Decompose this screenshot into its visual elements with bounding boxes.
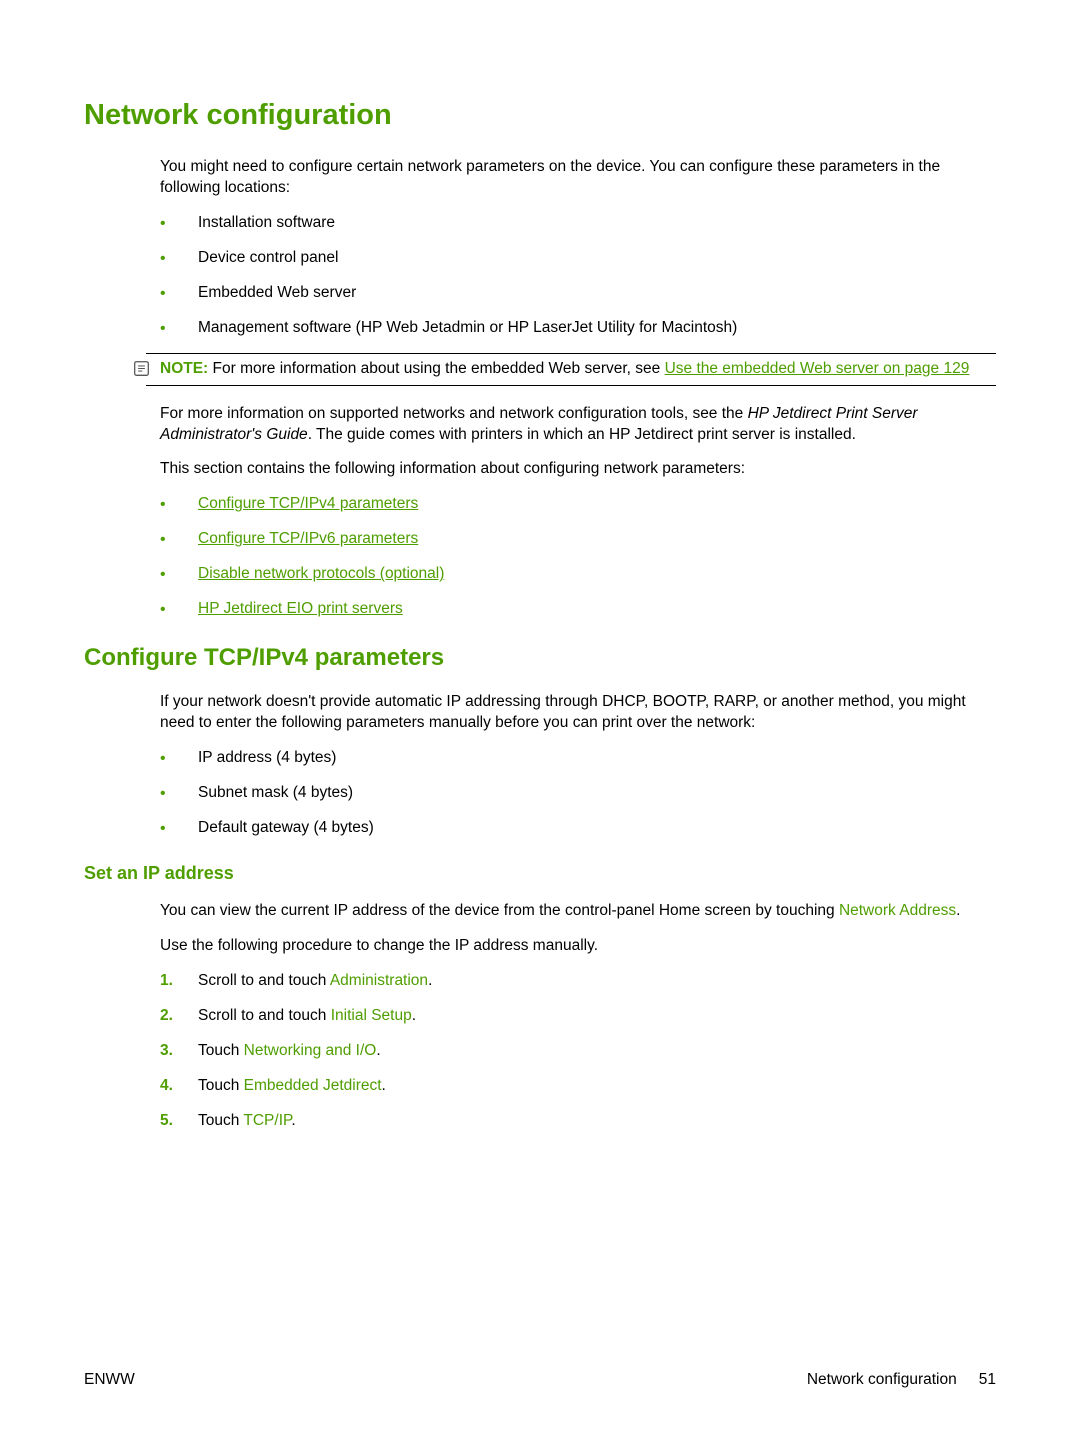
list-item: Default gateway (4 bytes): [160, 818, 996, 839]
toc-link[interactable]: HP Jetdirect EIO print servers: [198, 600, 403, 617]
intro-paragraph: You might need to configure certain netw…: [160, 157, 996, 199]
footer-section-title: Network configuration: [807, 1370, 957, 1391]
toc-list: Configure TCP/IPv4 parameters Configure …: [160, 494, 996, 620]
note-label: NOTE:: [160, 360, 208, 377]
note-link[interactable]: Use the embedded Web server on page 129: [665, 360, 970, 377]
list-item: Management software (HP Web Jetadmin or …: [160, 318, 996, 339]
ui-term: Embedded Jetdirect: [244, 1077, 382, 1094]
toc-link[interactable]: Configure TCP/IPv4 parameters: [198, 495, 418, 512]
step-item: Touch Networking and I/O.: [160, 1041, 996, 1062]
manual-params-list: IP address (4 bytes) Subnet mask (4 byte…: [160, 748, 996, 839]
procedure-lead: Use the following procedure to change th…: [160, 936, 996, 957]
step-item: Scroll to and touch Administration.: [160, 971, 996, 992]
list-item: Device control panel: [160, 248, 996, 269]
list-item: Configure TCP/IPv6 parameters: [160, 529, 996, 550]
section-heading-ipv4: Configure TCP/IPv4 parameters: [84, 642, 996, 674]
list-item: HP Jetdirect EIO print servers: [160, 599, 996, 620]
page-number: 51: [979, 1370, 996, 1391]
note-icon: [133, 360, 150, 377]
set-ip-intro: You can view the current IP address of t…: [160, 901, 996, 922]
ui-term: TCP/IP: [243, 1112, 291, 1129]
list-item: Subnet mask (4 bytes): [160, 783, 996, 804]
footer-left: ENWW: [84, 1370, 135, 1391]
list-item: Embedded Web server: [160, 283, 996, 304]
section-contents-lead: This section contains the following info…: [160, 459, 996, 480]
ui-term: Networking and I/O: [244, 1042, 377, 1059]
list-item: Disable network protocols (optional): [160, 564, 996, 585]
ui-term-network-address: Network Address: [839, 902, 956, 919]
list-item: Configure TCP/IPv4 parameters: [160, 494, 996, 515]
step-item: Touch TCP/IP.: [160, 1111, 996, 1132]
toc-link[interactable]: Configure TCP/IPv6 parameters: [198, 530, 418, 547]
page-title: Network configuration: [84, 96, 996, 135]
note-callout: NOTE: For more information about using t…: [146, 353, 996, 386]
ui-term: Initial Setup: [331, 1007, 412, 1024]
step-item: Scroll to and touch Initial Setup.: [160, 1006, 996, 1027]
jetdirect-guide-paragraph: For more information on supported networ…: [160, 404, 996, 446]
procedure-steps: Scroll to and touch Administration. Scro…: [160, 971, 996, 1132]
list-item: Installation software: [160, 213, 996, 234]
ipv4-intro-paragraph: If your network doesn't provide automati…: [160, 692, 996, 734]
section-heading-set-ip: Set an IP address: [84, 861, 996, 885]
note-text: For more information about using the emb…: [208, 360, 664, 377]
page-footer: ENWW Network configuration 51: [84, 1370, 996, 1391]
ui-term: Administration: [330, 972, 428, 989]
locations-list: Installation software Device control pan…: [160, 213, 996, 339]
list-item: IP address (4 bytes): [160, 748, 996, 769]
toc-link[interactable]: Disable network protocols (optional): [198, 565, 444, 582]
step-item: Touch Embedded Jetdirect.: [160, 1076, 996, 1097]
